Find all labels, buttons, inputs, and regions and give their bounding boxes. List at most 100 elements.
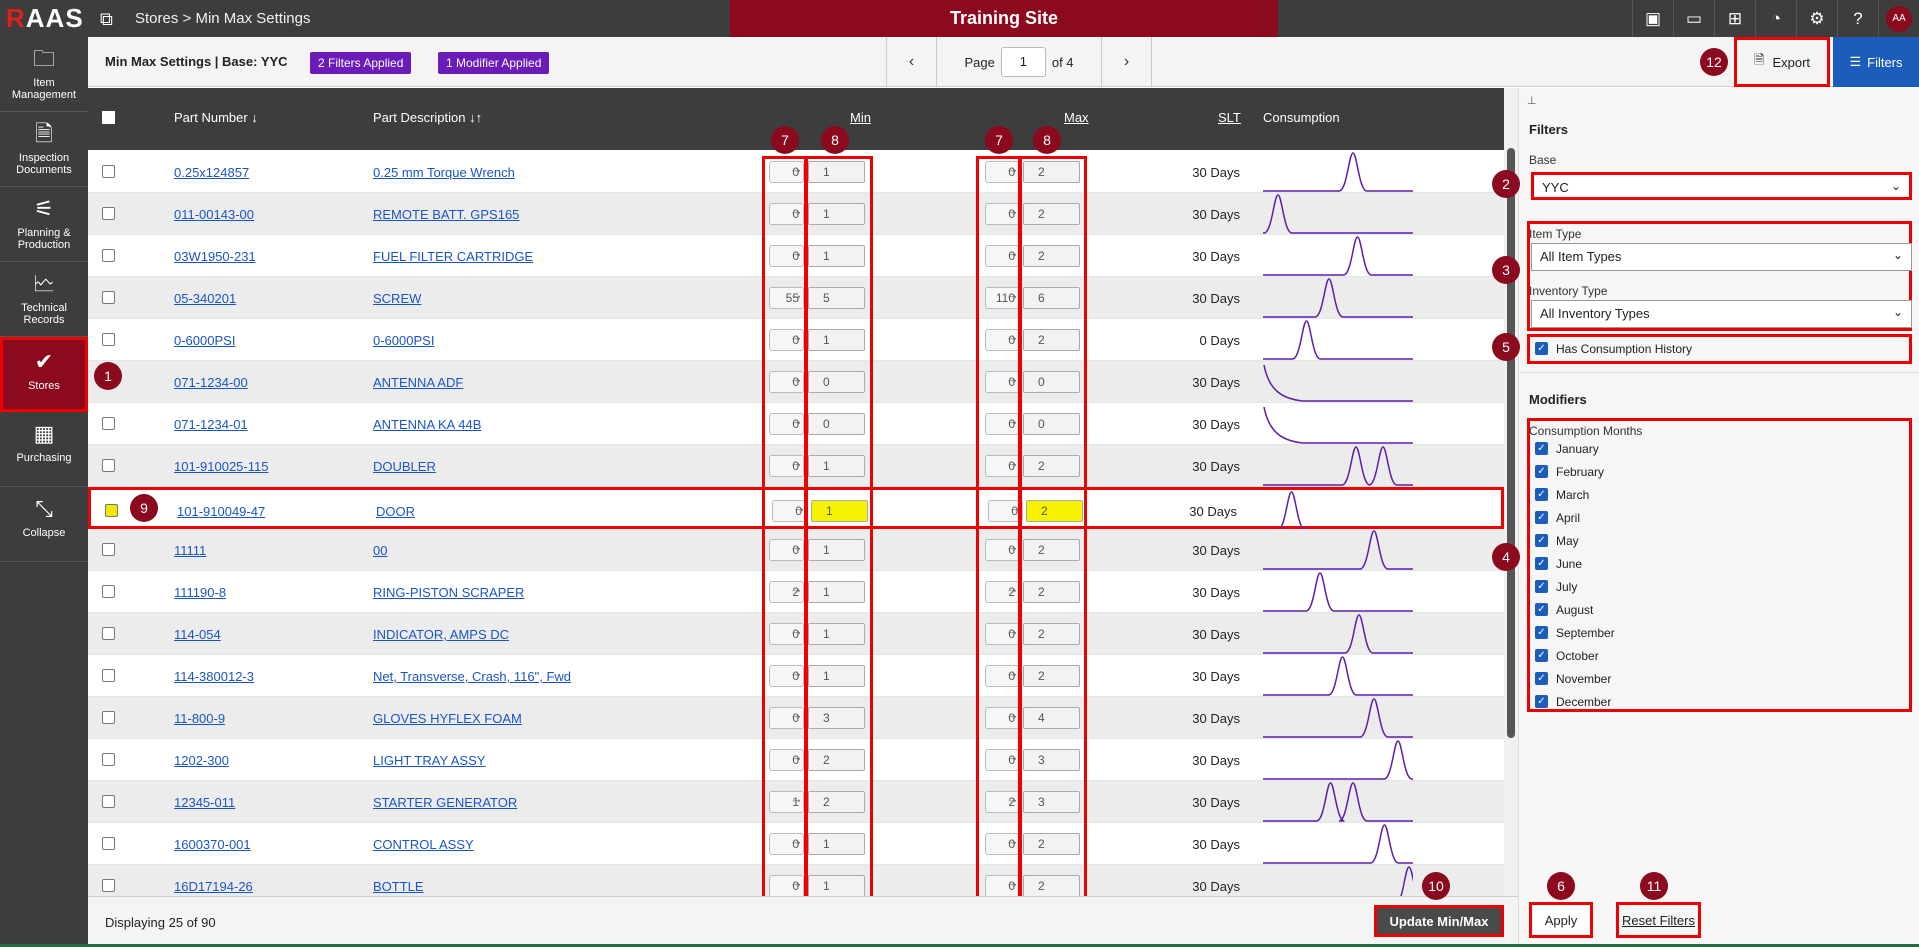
row-checkbox[interactable] [102,753,115,766]
part-description-link[interactable]: REMOTE BATT. GPS165 [373,207,519,222]
part-number-link[interactable]: 03W1950-231 [174,249,256,264]
filters-applied-badge[interactable]: 2 Filters Applied [310,52,412,74]
month-checkbox[interactable]: ✓ [1535,465,1548,478]
row-checkbox[interactable] [102,417,115,430]
row-checkbox[interactable] [102,291,115,304]
row-checkbox[interactable] [102,459,115,472]
part-description-link[interactable]: ANTENNA KA 44B [373,417,481,432]
pin-icon[interactable]: ⊥ [1527,94,1537,107]
raas-logo[interactable]: RAAS [6,3,84,34]
col-part-description[interactable]: Part Description ↓↑ [373,110,482,125]
part-description-link[interactable]: GLOVES HYFLEX FOAM [373,711,522,726]
part-number-link[interactable]: 0-6000PSI [174,333,235,348]
part-number-link[interactable]: 071-1234-01 [174,417,248,432]
row-checkbox[interactable] [102,879,115,892]
part-description-link[interactable]: BOTTLE [373,879,424,894]
prev-page-button[interactable]: ‹ [887,37,937,87]
inventory-type-select[interactable]: All Inventory Types ⌄ [1531,300,1912,328]
part-number-link[interactable]: 11111 [174,543,206,558]
reset-filters-button[interactable]: Reset Filters [1616,902,1701,938]
export-button[interactable]: 🗎 Export [1734,37,1830,87]
part-description-link[interactable]: 0.25 mm Torque Wrench [373,165,515,180]
month-checkbox[interactable]: ✓ [1535,442,1548,455]
month-checkbox[interactable]: ✓ [1535,557,1548,570]
col-part-number[interactable]: Part Number ↓ [174,110,258,125]
sidebar-item-inspection-documents[interactable]: 🗎 Inspection Documents [0,112,88,187]
sidebar-item-collapse[interactable]: ⤡ Collapse [0,487,88,562]
row-checkbox[interactable] [102,627,115,640]
settings-icon[interactable]: ⚙ [1796,0,1837,37]
has-consumption-history-checkbox[interactable]: ✓ [1535,342,1548,355]
next-page-button[interactable]: › [1102,37,1152,87]
month-checkbox[interactable]: ✓ [1535,580,1548,593]
scroll-thumb[interactable] [1507,148,1515,738]
col-min[interactable]: Min [850,110,871,125]
row-checkbox[interactable] [102,669,115,682]
part-description-link[interactable]: DOUBLER [373,459,436,474]
month-checkbox[interactable]: ✓ [1535,488,1548,501]
month-checkbox[interactable]: ✓ [1535,672,1548,685]
row-checkbox[interactable] [102,333,115,346]
part-number-link[interactable]: 1600370-001 [174,837,251,852]
contacts-icon[interactable]: ▣ [1632,0,1673,37]
part-number-link[interactable]: 12345-011 [174,795,235,810]
part-description-link[interactable]: 00 [373,543,387,558]
item-type-select[interactable]: All Item Types ⌄ [1531,243,1912,271]
part-description-link[interactable]: CONTROL ASSY [373,837,474,852]
month-checkbox[interactable]: ✓ [1535,603,1548,616]
month-checkbox[interactable]: ✓ [1535,649,1548,662]
part-number-link[interactable]: 1202-300 [174,753,229,768]
update-min-max-button[interactable]: Update Min/Max [1374,905,1504,937]
part-number-link[interactable]: 114-054 [174,627,221,642]
part-description-link[interactable]: SCREW [373,291,421,306]
base-select[interactable]: YYC ⌄ [1531,172,1912,200]
col-slt[interactable]: SLT [1218,110,1241,125]
part-number-link[interactable]: 114-380012-3 [174,669,254,684]
part-description-link[interactable]: FUEL FILTER CARTRIDGE [373,249,533,264]
add-icon[interactable]: ⊞ [1714,0,1755,37]
part-description-link[interactable]: RING-PISTON SCRAPER [373,585,524,600]
row-checkbox[interactable] [102,585,115,598]
row-checkbox[interactable] [105,504,118,517]
row-checkbox[interactable] [102,207,115,220]
row-checkbox[interactable] [102,711,115,724]
part-description-link[interactable]: STARTER GENERATOR [373,795,517,810]
sidebar-item-item-management[interactable]: 🗀 Item Management [0,37,88,112]
part-number-link[interactable]: 0.25x124857 [174,165,249,180]
binoculars-icon[interactable]: ⧉ [100,9,113,30]
part-description-link[interactable]: DOOR [376,504,415,519]
sidebar-item-purchasing[interactable]: ▦ Purchasing [0,412,88,487]
row-checkbox[interactable] [102,543,115,556]
row-checkbox[interactable] [102,837,115,850]
sidebar-item-stores[interactable]: ✔ Stores [0,337,88,412]
part-number-link[interactable]: 011-00143-00 [174,207,254,222]
part-description-link[interactable]: LIGHT TRAY ASSY [373,753,485,768]
row-checkbox[interactable] [102,249,115,262]
pie-chart-icon[interactable]: ◔ [1755,0,1796,37]
part-number-link[interactable]: 11-800-9 [174,711,225,726]
avatar[interactable]: AA [1886,5,1912,32]
month-checkbox[interactable]: ✓ [1535,534,1548,547]
part-description-link[interactable]: 0-6000PSI [373,333,434,348]
modifier-applied-badge[interactable]: 1 Modifier Applied [438,52,550,74]
sidebar-item-technical-records[interactable]: 🗠 Technical Records [0,262,88,337]
page-input[interactable]: 1 [1000,47,1046,77]
part-number-link[interactable]: 071-1234-00 [174,375,248,390]
part-description-link[interactable]: Net, Transverse, Crash, 116", Fwd [373,669,571,684]
chat-icon[interactable]: ▭ [1673,0,1714,37]
apply-button[interactable]: Apply [1529,902,1593,938]
col-max[interactable]: Max [1064,110,1089,125]
part-number-link[interactable]: 05-340201 [174,291,236,306]
row-checkbox[interactable] [102,795,115,808]
sidebar-item-planning-production[interactable]: ⚟ Planning & Production [0,187,88,262]
part-number-link[interactable]: 101-910049-47 [177,504,265,519]
part-number-link[interactable]: 111190-8 [174,585,226,600]
select-all-checkbox[interactable] [102,111,115,124]
user-menu[interactable]: AA [1878,0,1919,37]
part-number-link[interactable]: 101-910025-115 [174,459,268,474]
part-description-link[interactable]: ANTENNA ADF [373,375,463,390]
part-number-link[interactable]: 16D17194-26 [174,879,253,894]
month-checkbox[interactable]: ✓ [1535,511,1548,524]
help-icon[interactable]: ? [1837,0,1878,37]
row-checkbox[interactable] [102,165,115,178]
